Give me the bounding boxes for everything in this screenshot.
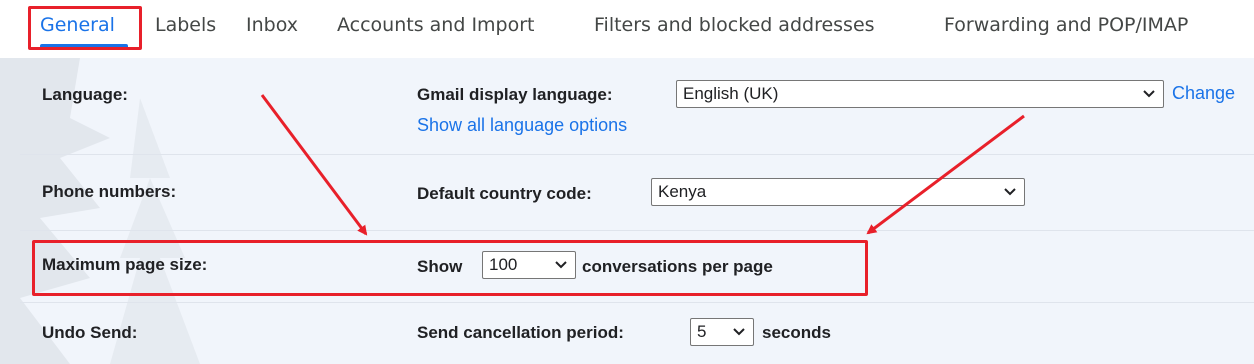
row-divider bbox=[20, 302, 1254, 303]
settings-tab-bar: General Labels Inbox Accounts and Import… bbox=[0, 0, 1254, 58]
send-cancellation-period-label: Send cancellation period: bbox=[417, 323, 624, 342]
display-language-value: English (UK) bbox=[683, 84, 779, 103]
change-language-link[interactable]: Change bbox=[1172, 83, 1235, 104]
row-divider bbox=[20, 154, 1254, 155]
cancellation-period-value: 5 bbox=[697, 322, 707, 341]
display-language-select[interactable]: English (UK) bbox=[676, 80, 1164, 108]
cancellation-period-select[interactable]: 5 bbox=[690, 318, 754, 346]
tab-inbox[interactable]: Inbox bbox=[246, 14, 298, 36]
annotation-box-general-tab bbox=[28, 6, 142, 50]
tab-accounts-and-import[interactable]: Accounts and Import bbox=[337, 14, 535, 36]
tab-filters-and-blocked-addresses[interactable]: Filters and blocked addresses bbox=[594, 14, 875, 36]
tab-labels[interactable]: Labels bbox=[155, 14, 216, 36]
tab-forwarding-and-pop-imap[interactable]: Forwarding and POP/IMAP bbox=[944, 14, 1188, 36]
country-code-select[interactable]: Kenya bbox=[651, 178, 1025, 206]
settings-content: Language: Gmail display language: Englis… bbox=[0, 58, 1254, 364]
country-code-value: Kenya bbox=[658, 182, 707, 201]
row-divider bbox=[20, 230, 1254, 231]
annotation-box-page-size bbox=[32, 240, 868, 296]
default-country-code-label: Default country code: bbox=[417, 184, 592, 203]
chevron-down-icon bbox=[1004, 188, 1016, 196]
chevron-down-icon bbox=[733, 328, 745, 336]
undo-send-label: Undo Send: bbox=[42, 323, 138, 342]
seconds-label: seconds bbox=[762, 323, 831, 342]
display-language-label: Gmail display language: bbox=[417, 85, 613, 104]
chevron-down-icon bbox=[1143, 90, 1155, 98]
phone-numbers-label: Phone numbers: bbox=[42, 182, 177, 201]
language-label: Language: bbox=[42, 85, 128, 104]
gmail-settings-page: General Labels Inbox Accounts and Import… bbox=[0, 0, 1254, 364]
show-all-language-options-link[interactable]: Show all language options bbox=[417, 115, 627, 136]
